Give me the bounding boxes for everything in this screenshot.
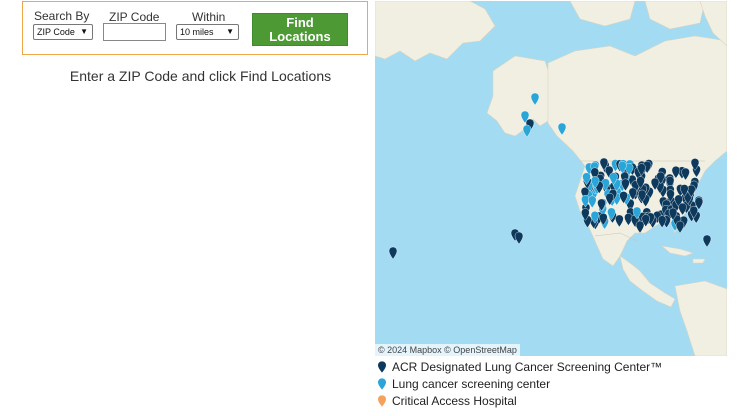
map-pin-icon xyxy=(378,360,386,373)
map-attribution: © 2024 Mapbox © OpenStreetMap xyxy=(375,344,520,356)
map-pin[interactable] xyxy=(675,220,685,234)
map-pin[interactable] xyxy=(388,246,398,260)
map-pin[interactable] xyxy=(522,124,532,138)
search-by-select[interactable]: ZIP Code ▼ xyxy=(33,24,93,40)
find-locations-button[interactable]: Find Locations xyxy=(252,13,348,46)
within-select[interactable]: 10 miles ▼ xyxy=(176,24,239,40)
chevron-down-icon: ▼ xyxy=(80,27,88,36)
locations-map[interactable]: © 2024 Mapbox © OpenStreetMap xyxy=(375,1,727,356)
legend-label: Lung cancer screening center xyxy=(392,376,551,391)
instruction-text: Enter a ZIP Code and click Find Location… xyxy=(69,68,332,84)
search-by-label: Search By xyxy=(34,9,90,23)
find-locations-button-label: Find Locations xyxy=(269,14,331,44)
within-value: 10 miles xyxy=(180,27,214,37)
legend-label: Critical Access Hospital xyxy=(392,393,517,408)
map-land xyxy=(375,1,727,356)
search-by-value: ZIP Code xyxy=(37,27,75,37)
map-pin[interactable] xyxy=(702,234,712,248)
legend-item-screening: Lung cancer screening center xyxy=(378,375,662,392)
map-pin-icon xyxy=(378,377,386,390)
map-pin-icon xyxy=(378,394,386,407)
zip-code-label: ZIP Code xyxy=(109,10,160,24)
map-legend: ACR Designated Lung Cancer Screening Cen… xyxy=(378,358,662,409)
chevron-down-icon: ▼ xyxy=(226,27,234,36)
map-pin[interactable] xyxy=(514,231,524,245)
map-canvas xyxy=(375,1,727,356)
zip-code-input[interactable] xyxy=(103,23,166,41)
legend-item-critical-access: Critical Access Hospital xyxy=(378,392,662,409)
legend-item-acr: ACR Designated Lung Cancer Screening Cen… xyxy=(378,358,662,375)
legend-label: ACR Designated Lung Cancer Screening Cen… xyxy=(392,359,663,374)
within-label: Within xyxy=(192,10,226,24)
location-search-form: Search By ZIP Code ▼ ZIP Code Within 10 … xyxy=(22,1,368,55)
